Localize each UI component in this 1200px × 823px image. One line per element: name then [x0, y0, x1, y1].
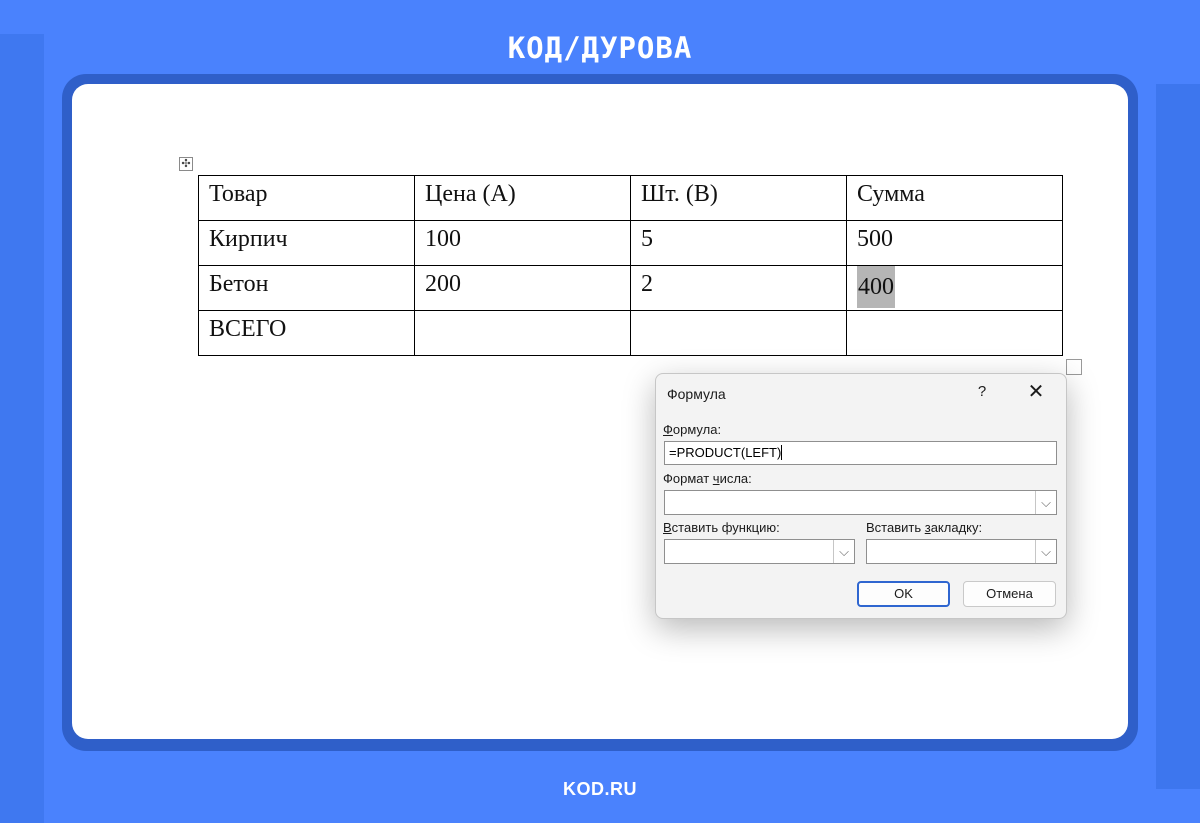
ok-button[interactable]: OK: [857, 581, 950, 607]
chevron-down-icon[interactable]: ⌵: [1035, 540, 1056, 563]
table-cell[interactable]: [846, 310, 1063, 356]
table-cell[interactable]: [414, 310, 631, 356]
help-icon[interactable]: ?: [972, 382, 992, 402]
table-cell[interactable]: 200: [414, 265, 631, 311]
table-cell[interactable]: ВСЕГО: [198, 310, 415, 356]
table-cell-selected[interactable]: 400: [846, 265, 1063, 311]
number-format-select[interactable]: ⌵: [664, 490, 1057, 515]
selected-value: 400: [857, 266, 895, 308]
table-cell[interactable]: 2: [630, 265, 847, 311]
chevron-down-icon[interactable]: ⌵: [833, 540, 854, 563]
table-cell[interactable]: Бетон: [198, 265, 415, 311]
formula-dialog: Формула ? ✕ Формула: =PRODUCT(LEFT) Форм…: [655, 373, 1067, 619]
data-table: Товар Цена (A) Шт. (B) Сумма Кирпич 100 …: [198, 175, 1063, 356]
brand-logo: КОД/ДУРОВА: [507, 31, 693, 65]
footer-brand: KOD.RU: [563, 779, 637, 799]
number-format-label: Формат числа:: [663, 471, 752, 486]
chevron-down-icon[interactable]: ⌵: [1035, 491, 1056, 514]
close-icon[interactable]: ✕: [1024, 380, 1048, 404]
table-resize-handle[interactable]: [1066, 359, 1082, 375]
table-cell[interactable]: Цена (A): [414, 175, 631, 221]
table-cell[interactable]: 100: [414, 220, 631, 266]
cancel-button[interactable]: Отмена: [963, 581, 1056, 607]
table-move-icon[interactable]: ✣: [179, 157, 193, 171]
table-cell[interactable]: [630, 310, 847, 356]
insert-function-select[interactable]: ⌵: [664, 539, 855, 564]
table-row: ВСЕГО: [198, 310, 1063, 356]
formula-input[interactable]: =PRODUCT(LEFT): [664, 441, 1057, 465]
table-cell[interactable]: 500: [846, 220, 1063, 266]
table-row: Бетон 200 2 400: [198, 265, 1063, 311]
background-block-right: [1156, 84, 1200, 789]
background-block-left: [0, 34, 44, 823]
table-cell[interactable]: Шт. (B): [630, 175, 847, 221]
document-page: ✣ Товар Цена (A) Шт. (B) Сумма Кирпич 10…: [72, 84, 1128, 739]
dialog-title: Формула: [667, 386, 726, 402]
insert-bookmark-label: Вставить закладку:: [866, 520, 983, 535]
formula-label: Формула:: [663, 422, 722, 437]
insert-bookmark-select[interactable]: ⌵: [866, 539, 1057, 564]
insert-function-label: Вставить функцию:: [663, 520, 780, 535]
table-cell[interactable]: Кирпич: [198, 220, 415, 266]
table-cell[interactable]: Товар: [198, 175, 415, 221]
table-cell[interactable]: 5: [630, 220, 847, 266]
table-cell[interactable]: Сумма: [846, 175, 1063, 221]
table-row: Кирпич 100 5 500: [198, 220, 1063, 266]
table-row: Товар Цена (A) Шт. (B) Сумма: [198, 175, 1063, 221]
